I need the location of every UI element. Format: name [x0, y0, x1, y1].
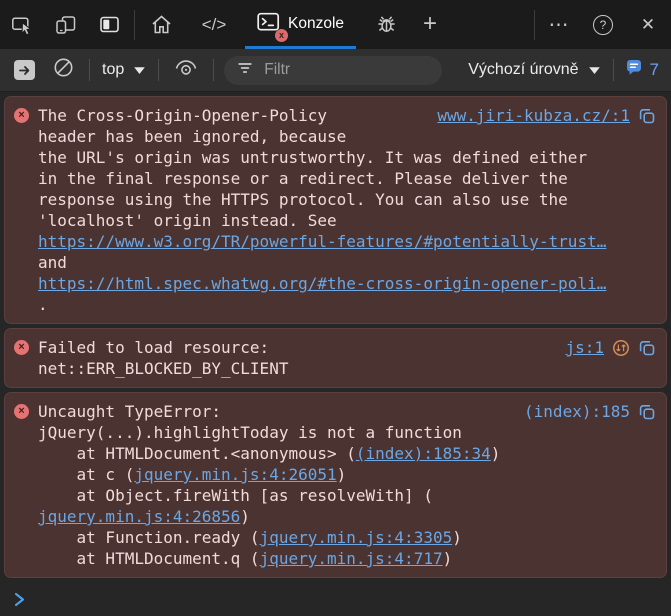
dock-side-button[interactable]: [88, 0, 132, 49]
copy-icon[interactable]: [638, 339, 656, 357]
clear-console-button[interactable]: [46, 55, 81, 85]
toolbar-separator: [158, 59, 159, 81]
issues-bubble-icon: [624, 58, 644, 83]
console-prompt-chevron-icon: [13, 591, 26, 608]
toolbar-separator: [89, 59, 90, 81]
source-location-link[interactable]: js:1: [565, 337, 604, 358]
devtools-window: </> x Konzole: [0, 0, 671, 616]
log-levels-label: Výchozí úrovně: [468, 61, 578, 79]
console-message: × www.jiri-kubza.cz/:1The Cross-Origin-Op…: [4, 96, 667, 324]
issues-count: 7: [650, 60, 659, 80]
chevron-down-icon: [588, 66, 601, 75]
toolbar-separator: [213, 59, 214, 81]
plus-icon: +: [423, 10, 437, 38]
console-sidebar-toggle[interactable]: [8, 55, 41, 85]
console-icon-wrap: x: [257, 12, 280, 37]
context-selector[interactable]: top: [98, 61, 150, 79]
tab-console[interactable]: x Konzole: [245, 0, 356, 49]
message-link[interactable]: jquery.min.js:4:717: [260, 549, 443, 568]
device-emulation-icon: [55, 14, 77, 36]
console-message: × (index):185Uncaught TypeError: jQuery(.…: [4, 392, 667, 578]
console-toolbar: top Výchozí úrovně: [0, 49, 671, 92]
bug-icon: [375, 13, 398, 36]
filter-box: [224, 56, 442, 85]
more-icon: ⋯: [549, 12, 570, 37]
chevron-down-icon: [133, 66, 146, 75]
message-meta: www.jiri-kubza.cz/:1: [437, 105, 656, 126]
source-location-link[interactable]: www.jiri-kubza.cz/:1: [437, 105, 630, 126]
code-icon: </>: [202, 15, 227, 35]
eye-icon: [173, 56, 199, 84]
tabbar-separator: [134, 10, 135, 40]
clear-console-icon: [52, 56, 75, 84]
error-icon: ×: [14, 108, 29, 123]
message-link[interactable]: https://html.spec.whatwg.org/#the-cross-…: [38, 274, 606, 293]
filter-icon: [236, 59, 254, 82]
tabbar-separator: [534, 10, 535, 40]
more-options-button[interactable]: ⋯: [537, 0, 581, 49]
network-icon[interactable]: [612, 339, 630, 357]
add-tab-button[interactable]: +: [408, 0, 452, 49]
source-location-link[interactable]: (index):185: [524, 401, 630, 422]
console-message: × js:1 Failed to load resource: net::ERR_B…: [4, 328, 667, 388]
message-link[interactable]: jquery.min.js:4:26856: [38, 507, 240, 526]
console-tab-label: Konzole: [288, 15, 344, 33]
console-prompt-row[interactable]: [0, 582, 671, 608]
filter-input[interactable]: [262, 60, 430, 80]
message-link[interactable]: (index):185:34: [356, 444, 491, 463]
debugger-tab-button[interactable]: [364, 0, 408, 49]
sources-tab-button[interactable]: </>: [185, 0, 243, 49]
message-text-segment: and: [38, 253, 67, 272]
message-text-segment: .: [38, 295, 48, 314]
message-link[interactable]: jquery.min.js:4:26051: [134, 465, 336, 484]
error-icon: ×: [14, 404, 29, 419]
message-link[interactable]: jquery.min.js:4:3305: [260, 528, 453, 547]
message-text-segment: Failed to load resource: net::ERR_BLOCKE…: [38, 338, 288, 378]
console-sidebar-icon: [14, 60, 35, 80]
help-icon: ?: [593, 15, 613, 35]
console-error-badge: x: [275, 29, 288, 42]
error-icon: ×: [14, 340, 29, 355]
log-levels-selector[interactable]: Výchozí úrovně: [464, 61, 604, 79]
console-messages: × www.jiri-kubza.cz/:1The Cross-Origin-Op…: [0, 96, 671, 578]
copy-icon[interactable]: [638, 403, 656, 421]
issues-counter-button[interactable]: 7: [622, 58, 661, 83]
toolbar-separator: [613, 59, 614, 81]
dock-side-icon: [99, 14, 121, 36]
message-meta: (index):185: [524, 401, 656, 422]
home-tab-button[interactable]: [137, 0, 185, 49]
home-icon: [150, 13, 173, 36]
message-link[interactable]: https://www.w3.org/TR/powerful-features/…: [38, 232, 606, 251]
live-expression-button[interactable]: [167, 55, 205, 85]
help-button[interactable]: ?: [581, 0, 625, 49]
copy-icon[interactable]: [638, 107, 656, 125]
message-text: The Cross-Origin-Opener-Policy header ha…: [38, 105, 656, 315]
console-area: × www.jiri-kubza.cz/:1The Cross-Origin-Op…: [0, 92, 671, 616]
message-text: Failed to load resource: net::ERR_BLOCKE…: [38, 337, 656, 379]
message-text-segment: ): [443, 549, 453, 568]
context-selector-label: top: [102, 61, 124, 79]
device-emulation-button[interactable]: [44, 0, 88, 49]
close-devtools-button[interactable]: ✕: [625, 0, 671, 49]
inspect-icon: [11, 14, 33, 36]
close-icon: ✕: [641, 15, 655, 35]
devtools-tabbar: </> x Konzole: [0, 0, 671, 49]
inspect-element-button[interactable]: [0, 0, 44, 49]
message-meta: js:1: [565, 337, 656, 358]
message-text: Uncaught TypeError: jQuery(...).highligh…: [38, 401, 656, 569]
